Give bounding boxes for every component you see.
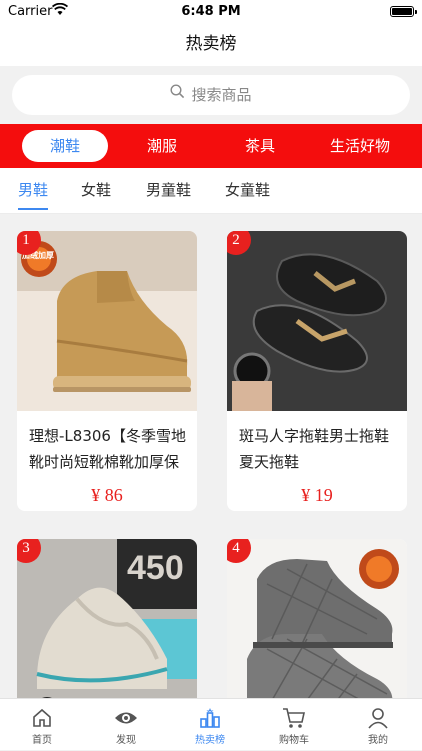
subtab-men-shoes[interactable]: 男鞋 [18,168,49,214]
category-tab-chaoxie[interactable]: 潮鞋 [22,130,108,162]
category-bar: 潮鞋 潮服 茶具 生活好物 [0,124,422,168]
eye-icon [115,712,137,724]
category-label: 潮服 [146,137,177,155]
product-grid: 1 加绒加厚 理想-L8306【冬季雪地靴时尚短靴棉靴加厚保 ¥ 86 2 斑马… [0,214,422,698]
category-tab-chaofu[interactable]: 潮服 [122,124,202,168]
search-input[interactable]: 搜索商品 [12,75,410,115]
tab-hot-ranking[interactable]: 热卖榜 [168,699,252,751]
product-price: ¥ 19 [301,485,333,505]
tab-label: 购物车 [279,735,309,746]
ranking-icon [200,708,220,728]
subtab-girls-shoes[interactable]: 女童鞋 [225,168,270,214]
category-tab-shenghuo[interactable]: 生活好物 [310,124,410,168]
subtab-women-shoes[interactable]: 女鞋 [81,168,111,214]
product-title: 斑马人字拖鞋男士拖鞋夏天拖鞋 [239,427,390,471]
search-area: 搜索商品 [0,66,422,124]
product-image-knit-sneaker: 450 [17,539,197,698]
status-bar: Carrier 6:48 PM [0,0,422,24]
subtab-bar: 男鞋 女鞋 男童鞋 女童鞋 [0,168,422,214]
tab-label: 发现 [116,735,136,746]
category-label: 潮鞋 [49,137,80,155]
battery-icon [390,6,417,17]
category-label: 生活好物 [329,137,390,155]
product-card[interactable]: 3 450 [17,539,197,698]
tab-label: 我的 [368,735,388,746]
tab-label: 首页 [32,735,52,746]
product-card[interactable]: 2 斑马人字拖鞋男士拖鞋夏天拖鞋 ¥ 19 [227,231,407,511]
tab-profile[interactable]: 我的 [336,699,420,751]
tab-discover[interactable]: 发现 [84,699,168,751]
category-tab-chaju[interactable]: 茶具 [220,124,300,168]
user-icon [368,708,388,729]
category-label: 茶具 [244,137,275,155]
product-card[interactable]: 1 加绒加厚 理想-L8306【冬季雪地靴时尚短靴棉靴加厚保 ¥ 86 [17,231,197,511]
bottom-tab-bar: 首页 发现 热卖榜 购物车 我的 [0,698,422,750]
subtab-boys-shoes[interactable]: 男童鞋 [146,168,191,214]
tab-label: 热卖榜 [195,735,225,746]
svg-text:450: 450 [127,549,184,587]
product-price: ¥ 86 [91,485,123,505]
clock: 6:48 PM [181,4,241,19]
product-title: 理想-L8306【冬季雪地靴时尚短靴棉靴加厚保 [29,427,186,471]
search-icon [170,74,185,114]
home-icon [33,708,51,727]
search-placeholder: 搜索商品 [191,86,252,104]
product-card[interactable]: 4 [227,539,407,698]
product-image-flip-flop [227,231,407,411]
nav-bar: 热卖榜 [0,24,422,66]
tab-cart[interactable]: 购物车 [252,699,336,751]
tab-home[interactable]: 首页 [0,699,84,751]
page-title: 热卖榜 [185,34,237,54]
cart-icon [283,708,305,728]
product-image-gray-boot [227,539,407,698]
